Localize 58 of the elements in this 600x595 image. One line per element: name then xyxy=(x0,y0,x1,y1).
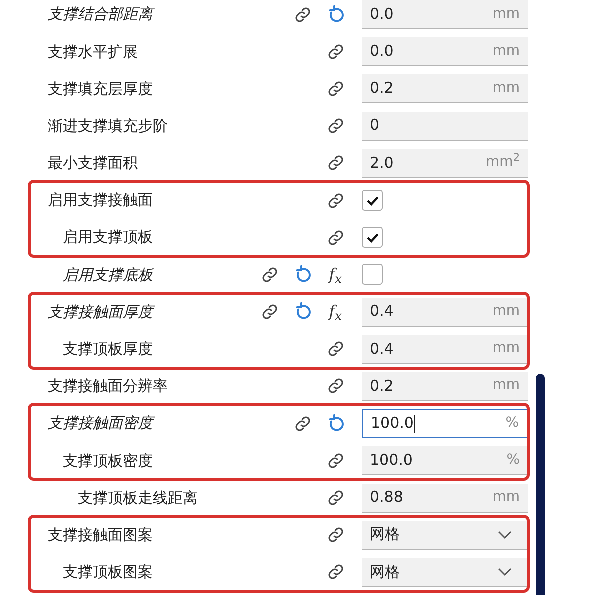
checkbox[interactable] xyxy=(362,227,383,248)
number-field[interactable]: 0.0 mm xyxy=(362,0,528,30)
setting-label: 支撑顶板走线距离 xyxy=(78,488,198,507)
link-icon[interactable] xyxy=(326,228,344,247)
chevron-down-icon xyxy=(498,568,512,576)
link-icon[interactable] xyxy=(326,526,344,544)
setting-label: 支撑接触面厚度 xyxy=(48,302,153,321)
reset-icon[interactable] xyxy=(326,4,344,25)
setting-label: 启用支撑底板 xyxy=(63,266,153,284)
number-field[interactable]: 2.0 mm$^{2}$ xyxy=(362,148,528,178)
check-icon xyxy=(366,232,378,243)
link-icon[interactable] xyxy=(326,192,344,210)
number-field[interactable]: 0 xyxy=(362,112,528,141)
setting-label: 支撑接触面图案 xyxy=(48,526,153,544)
link-icon[interactable] xyxy=(326,154,344,172)
link-icon[interactable] xyxy=(326,42,344,61)
setting-label: 支撑接触面分辨率 xyxy=(48,377,168,396)
link-icon[interactable] xyxy=(294,6,312,24)
link-icon[interactable] xyxy=(260,303,278,322)
number-field[interactable]: 0.88 mm xyxy=(362,484,528,513)
setting-label: 渐进支撑填充步阶 xyxy=(48,116,168,135)
setting-label: 支撑接触面密度 xyxy=(48,414,153,432)
formula-icon[interactable]: f$_{x}$ xyxy=(329,304,342,320)
number-field[interactable]: 0.2 mm xyxy=(362,372,528,401)
setting-label: 支撑顶板厚度 xyxy=(63,340,153,358)
checkbox[interactable] xyxy=(362,190,383,212)
formula-icon[interactable]: f$_{x}$ xyxy=(329,266,342,283)
link-icon[interactable] xyxy=(260,266,278,284)
number-field[interactable]: 0.2 mm xyxy=(362,74,528,104)
setting-label: 支撑填充层厚度 xyxy=(48,80,153,98)
reset-icon[interactable] xyxy=(326,414,344,434)
setting-label: 最小支撑面积 xyxy=(48,154,138,172)
link-icon[interactable] xyxy=(326,452,344,470)
link-icon[interactable] xyxy=(326,117,344,136)
check-icon xyxy=(366,196,378,206)
link-icon[interactable] xyxy=(326,340,344,358)
chevron-down-icon xyxy=(498,530,512,539)
setting-label: 支撑水平扩展 xyxy=(48,42,138,61)
number-field[interactable]: 0.0 mm xyxy=(362,37,528,66)
setting-label: 支撑结合部距离 xyxy=(48,5,153,24)
link-icon[interactable] xyxy=(326,377,344,396)
number-field[interactable]: 100.0 % xyxy=(362,409,528,438)
link-icon[interactable] xyxy=(326,489,344,508)
setting-label: 支撑顶板图案 xyxy=(63,563,153,582)
setting-label: 启用支撑接触面 xyxy=(48,191,153,210)
number-field[interactable]: 100.0 % xyxy=(362,446,528,476)
number-field[interactable]: 0.4 mm xyxy=(362,298,528,327)
link-icon[interactable] xyxy=(326,80,344,98)
number-field[interactable]: 0.4 mm xyxy=(362,334,528,364)
scrollbar[interactable] xyxy=(536,374,545,595)
dropdown[interactable]: 网格 xyxy=(362,520,528,550)
reset-icon[interactable] xyxy=(294,264,312,285)
checkbox[interactable] xyxy=(362,264,383,286)
setting-label: 支撑顶板密度 xyxy=(63,452,153,470)
dropdown[interactable]: 网格 xyxy=(362,558,528,587)
link-icon[interactable] xyxy=(294,414,312,433)
setting-label: 启用支撑顶板 xyxy=(63,228,153,246)
link-icon[interactable] xyxy=(326,563,344,582)
